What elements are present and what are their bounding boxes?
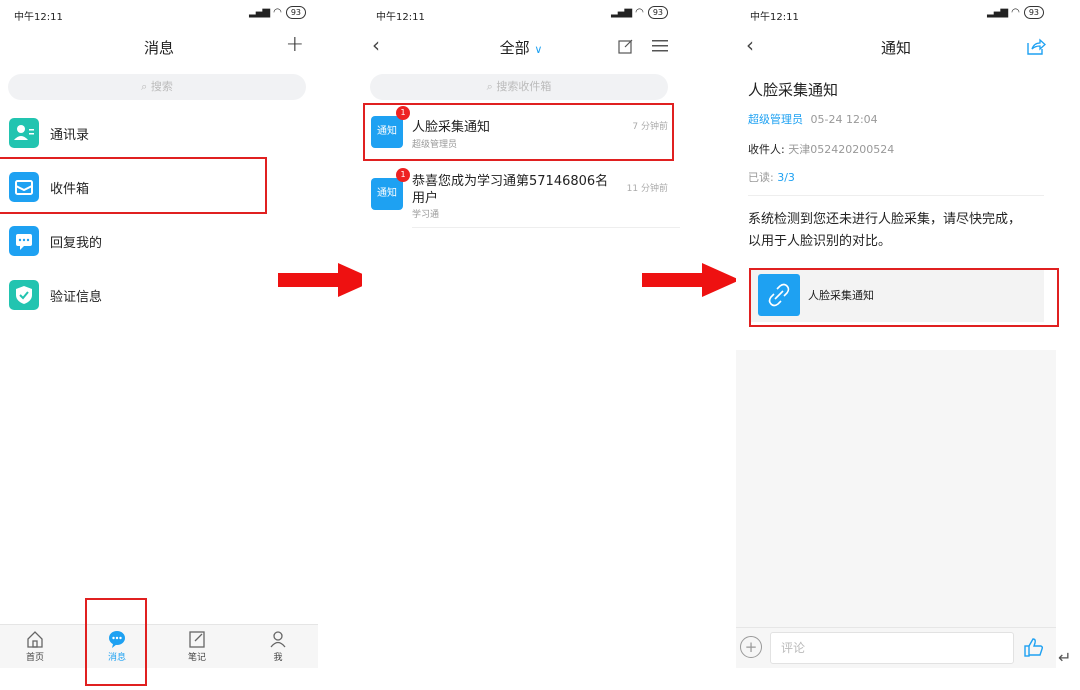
nav-bar: 消息 + (0, 28, 318, 66)
page-title: 消息 (143, 39, 174, 57)
wifi-icon: ◠ (273, 7, 282, 18)
shield-icon (9, 280, 39, 310)
notice-meta: 超级管理员 05-24 12:04 (748, 111, 878, 127)
reply-icon (9, 226, 39, 256)
status-time: 中午12:11 (14, 12, 63, 23)
compose-icon[interactable] (618, 38, 634, 58)
return-glyph: ↵ (1058, 648, 1072, 667)
signal-icon: ▂▄▆ (987, 7, 1008, 18)
message-title-line2: 用户 (412, 191, 439, 206)
nav-bar: ‹ 通知 (736, 28, 1056, 66)
comment-input[interactable]: 评论 (770, 632, 1014, 664)
menu-icon[interactable] (652, 38, 668, 57)
tab-bar: 首页 消息 笔记 我 (0, 624, 318, 668)
wifi-icon: ◠ (1011, 7, 1020, 18)
divider (748, 195, 1044, 196)
sender-link[interactable]: 超级管理员 (748, 113, 803, 126)
user-icon (270, 631, 286, 648)
search-input[interactable]: ⌕ 搜索收件箱 (370, 74, 668, 100)
screen-inbox: 中午12:11 ▂▄▆ ◠ 93 ‹ 全部 ∨ ⌕ 搜索收件箱 通知 1 人脸采… (362, 0, 680, 668)
page-title: 通知 (880, 39, 911, 57)
divider (412, 227, 680, 228)
search-icon: ⌕ (141, 80, 151, 93)
arrow-right-icon (642, 263, 740, 297)
comment-bar: + 评论 (736, 627, 1056, 668)
add-icon[interactable]: + (286, 32, 304, 57)
content-background (736, 350, 1056, 628)
sidebar-item-verification[interactable]: 验证信息 (50, 286, 102, 305)
signal-icon: ▂▄▆ (611, 7, 632, 18)
unread-badge: 1 (396, 168, 410, 182)
status-bar: 中午12:11 ▂▄▆ ◠ 93 (362, 0, 680, 28)
notice-heading: 人脸采集通知 (748, 81, 839, 99)
search-input[interactable]: ⌕ 搜索 (8, 74, 306, 100)
message-time: 11 分钟前 (626, 184, 668, 194)
notice-icon: 通知 (371, 178, 403, 210)
contacts-icon (9, 118, 39, 148)
recipient-row: 收件人: 天津052420200524 (748, 143, 895, 156)
screen-messages: 中午12:11 ▂▄▆ ◠ 93 消息 + ⌕ 搜索 通讯录 收件箱 回复我的 … (0, 0, 318, 668)
screen-notice-detail: 中午12:11 ▂▄▆ ◠ 93 ‹ 通知 人脸采集通知 超级管理员 05-24… (736, 0, 1056, 668)
battery-icon: 93 (647, 6, 668, 19)
status-bar: 中午12:11 ▂▄▆ ◠ 93 (736, 0, 1056, 28)
battery-icon: 93 (1023, 6, 1044, 19)
home-icon (27, 631, 43, 648)
signal-icon: ▂▄▆ (249, 7, 270, 18)
sidebar-item-replies[interactable]: 回复我的 (50, 232, 102, 251)
notice-datetime: 05-24 12:04 (810, 113, 878, 126)
status-bar: 中午12:11 ▂▄▆ ◠ 93 (0, 0, 318, 28)
like-icon[interactable] (1024, 637, 1044, 661)
message-sender: 学习通 (412, 210, 440, 220)
nav-bar: ‹ 全部 ∨ (362, 28, 680, 66)
read-row: 已读: 3/3 (748, 171, 795, 184)
search-icon: ⌕ (486, 80, 497, 93)
highlight-attachment (749, 268, 1059, 327)
sidebar-item-contacts[interactable]: 通讯录 (50, 124, 89, 143)
notice-body: 系统检测到您还未进行人脸采集，请尽快完成， 以用于人脸识别的对比。 (748, 212, 1022, 249)
wifi-icon: ◠ (635, 7, 644, 18)
share-icon[interactable] (1026, 38, 1046, 59)
add-circle-icon[interactable]: + (740, 636, 762, 658)
note-edit-icon (189, 631, 205, 648)
highlight-messages-tab (85, 598, 147, 686)
tab-me[interactable]: 我 (258, 629, 298, 663)
chevron-down-icon: ∨ (534, 43, 543, 56)
highlight-message (363, 103, 674, 161)
message-title-line1: 恭喜您成为学习通第57146806名 (412, 174, 609, 189)
tab-home[interactable]: 首页 (15, 629, 55, 663)
battery-icon: 93 (285, 6, 306, 19)
highlight-inbox (0, 157, 267, 214)
tab-notes[interactable]: 笔记 (177, 629, 217, 663)
